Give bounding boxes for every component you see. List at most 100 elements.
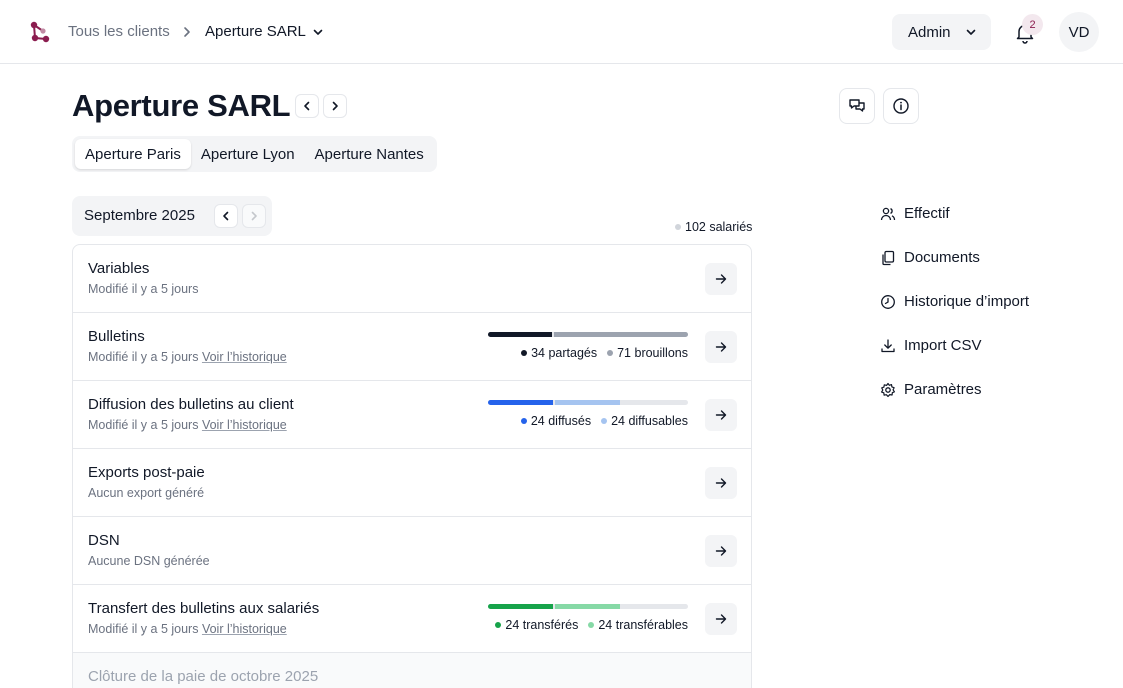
sidebar-item-label: Effectif	[904, 205, 950, 222]
legend-label: 34 partagés	[531, 346, 598, 360]
arrow-right-icon	[715, 614, 727, 624]
step-modified-text: Modifié il y a 5 jours	[88, 350, 199, 364]
step-subtitle: Aucun export généré	[88, 486, 205, 500]
tab-aperture-nantes[interactable]: Aperture Nantes	[305, 139, 434, 169]
history-link[interactable]: Voir l’historique	[202, 418, 287, 432]
step-subtitle: Modifié il y a 5 jours Voir l’historique	[88, 417, 287, 433]
sidebar-item-label: Historique d’import	[904, 293, 1030, 310]
step-row-bulletins[interactable]: Bulletins Modifié il y a 5 jours Voir l’…	[73, 313, 751, 381]
legend-dot	[495, 622, 502, 628]
open-step-button[interactable]	[705, 399, 737, 431]
role-label: Admin	[908, 23, 951, 41]
step-subtitle: Modifié il y a 5 jours Voir l’historique	[88, 621, 287, 637]
legend-dot	[520, 418, 527, 424]
period-label: Septembre 2025	[84, 207, 195, 224]
open-step-button[interactable]	[705, 535, 737, 567]
step-row-dsn[interactable]: DSN Aucune DSN générée	[73, 517, 751, 585]
info-button[interactable]	[883, 88, 919, 124]
open-step-button[interactable]	[705, 263, 737, 295]
step-title: Clôture de la paie de octobre 2025	[88, 668, 319, 685]
arrow-right-icon	[715, 546, 727, 556]
page-title: Aperture SARL	[72, 88, 291, 123]
breadcrumb-client-selector[interactable]: Aperture SARL	[205, 22, 324, 42]
legend-label: 24 diffusés	[530, 414, 592, 428]
next-month-button[interactable]	[242, 204, 266, 228]
progress-segment	[554, 332, 688, 337]
legend-item: 24 transférés	[495, 618, 578, 632]
arrow-right-icon	[715, 274, 727, 284]
progress-segment	[555, 400, 620, 405]
step-row-variables[interactable]: Variables Modifié il y a 5 jours	[73, 245, 751, 313]
progress-legend: 34 partagés 71 brouillons	[521, 346, 688, 360]
chevron-left-icon	[304, 101, 310, 111]
step-subtitle: Aucune DSN générée	[88, 554, 210, 568]
period-selector: Septembre 2025	[72, 196, 272, 236]
step-title: Transfert des bulletins aux salariés	[88, 600, 320, 617]
progress-bar	[488, 604, 688, 609]
users-icon	[880, 207, 896, 221]
step-modified-text: Modifié il y a 5 jours	[88, 622, 199, 636]
step-subtitle: Modifié il y a 5 jours	[88, 282, 199, 296]
sidebar-item-historique-import[interactable]: Historique d’import	[880, 293, 1029, 311]
user-avatar[interactable]: VD	[1059, 12, 1099, 52]
tab-aperture-lyon[interactable]: Aperture Lyon	[191, 139, 305, 169]
settings-icon	[881, 382, 895, 398]
breadcrumb-current-label: Aperture SARL	[205, 23, 306, 40]
comments-button[interactable]	[839, 88, 875, 124]
legend-dot	[607, 350, 614, 356]
employees-count: 102 salariés	[675, 220, 752, 234]
arrow-right-icon	[715, 478, 727, 488]
brand-logo-icon[interactable]	[28, 20, 52, 44]
sidebar-item-effectif[interactable]: Effectif	[880, 205, 950, 223]
next-client-button[interactable]	[323, 94, 347, 118]
step-row-transfert[interactable]: Transfert des bulletins aux salariés Mod…	[73, 585, 751, 653]
role-selector-button[interactable]: Admin	[892, 14, 991, 50]
previous-client-button[interactable]	[295, 94, 319, 118]
chevron-right-icon	[184, 27, 190, 37]
step-row-diffusion[interactable]: Diffusion des bulletins au client Modifi…	[73, 381, 751, 449]
legend-item: 24 diffusés	[520, 414, 592, 428]
open-step-button[interactable]	[705, 603, 737, 635]
step-row-exports[interactable]: Exports post-paie Aucun export généré	[73, 449, 751, 517]
download-icon	[881, 339, 895, 353]
progress-segment	[555, 604, 620, 609]
arrow-right-icon	[715, 410, 727, 420]
chevron-right-icon	[251, 211, 257, 221]
sidebar-item-parametres[interactable]: Paramètres	[880, 381, 982, 399]
chat-bubbles-icon	[849, 99, 865, 112]
progress-segment	[488, 400, 553, 405]
chevron-right-icon	[332, 101, 338, 111]
legend-item: 24 transférables	[588, 618, 688, 632]
progress-bar	[488, 332, 688, 337]
progress-segment	[488, 332, 553, 337]
top-bar: Tous les clients Aperture SARL Admin 2 V…	[0, 0, 1123, 64]
arrow-right-icon	[715, 342, 727, 352]
legend-dot	[601, 418, 608, 424]
open-step-button[interactable]	[705, 331, 737, 363]
step-title: Variables	[88, 260, 150, 277]
sidebar-item-label: Documents	[904, 249, 980, 266]
legend-label: 24 transférables	[598, 618, 688, 632]
step-title: Diffusion des bulletins au client	[88, 396, 294, 413]
step-subtitle: Modifié il y a 5 jours Voir l’historique	[88, 349, 287, 365]
progress-bar	[488, 400, 688, 405]
step-title: Bulletins	[88, 328, 145, 345]
employees-count-label: 102 salariés	[685, 220, 753, 234]
previous-month-button[interactable]	[214, 204, 238, 228]
chevron-down-icon	[966, 29, 975, 35]
history-link[interactable]: Voir l’historique	[202, 350, 287, 364]
documents-icon	[882, 250, 895, 266]
legend-label: 24 diffusables	[611, 414, 688, 428]
tab-aperture-paris[interactable]: Aperture Paris	[75, 139, 191, 169]
payroll-steps-card: Variables Modifié il y a 5 jours Bulleti…	[72, 244, 752, 688]
sidebar-item-documents[interactable]: Documents	[880, 249, 980, 267]
open-step-button[interactable]	[705, 467, 737, 499]
legend-item: 34 partagés	[521, 346, 597, 360]
status-dot	[675, 224, 681, 230]
history-link[interactable]: Voir l’historique	[202, 622, 287, 636]
sidebar-item-import-csv[interactable]: Import CSV	[880, 337, 982, 355]
step-row-cloture: Clôture de la paie de octobre 2025	[73, 653, 751, 688]
site-tabs: Aperture Paris Aperture Lyon Aperture Na…	[72, 136, 437, 172]
breadcrumb-all-clients[interactable]: Tous les clients	[68, 22, 170, 42]
legend-item: 24 diffusables	[601, 414, 688, 428]
